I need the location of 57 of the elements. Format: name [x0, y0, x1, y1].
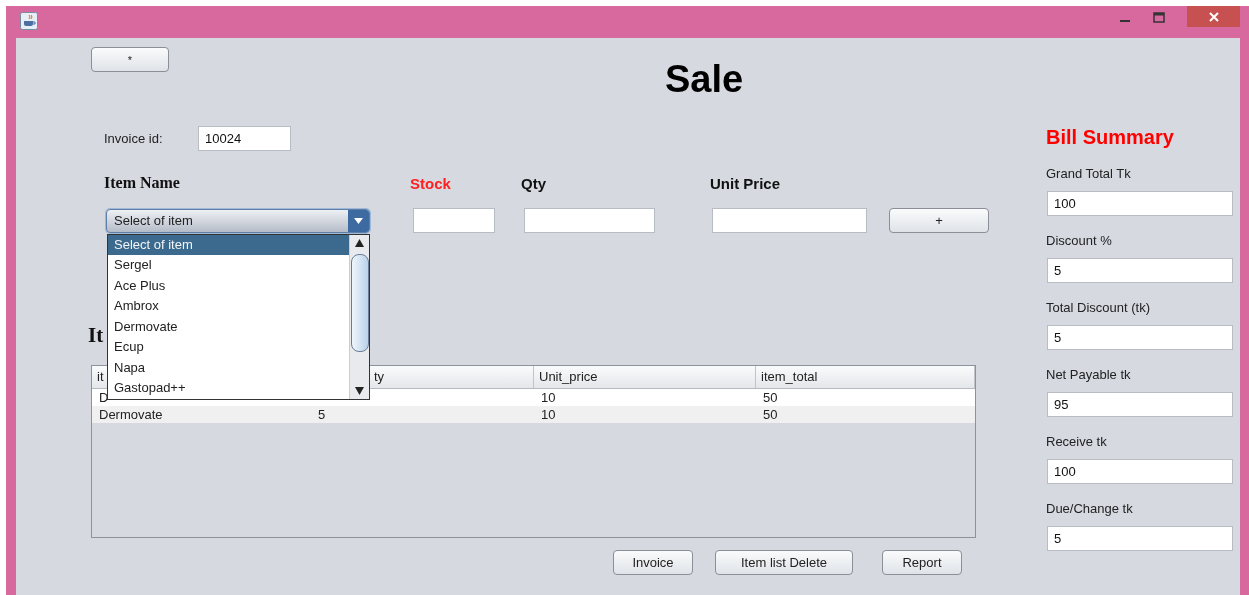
- scroll-up-icon[interactable]: [355, 238, 364, 247]
- text-field[interactable]: 95: [1047, 392, 1233, 417]
- java-cup-icon: [20, 12, 38, 30]
- field-label: Total Discount (tk): [1046, 300, 1152, 316]
- item-dropdown[interactable]: Select of item: [106, 208, 370, 233]
- field-label: Net Payable tk: [1046, 367, 1132, 383]
- section-heading: It: [88, 323, 105, 347]
- text-field[interactable]: [524, 208, 655, 233]
- table-cell: 10: [541, 406, 556, 423]
- table-cell: 50: [763, 389, 778, 406]
- column-header[interactable]: Unit_price: [539, 366, 598, 388]
- action-button[interactable]: Invoice: [613, 550, 693, 575]
- maximize-icon[interactable]: [1153, 11, 1165, 24]
- summary-title: Bill Summary: [1046, 126, 1175, 150]
- dropdown-option[interactable]: Napa: [108, 357, 349, 378]
- column-header[interactable]: it: [97, 366, 104, 388]
- text-field[interactable]: 100: [1047, 191, 1233, 216]
- column-header[interactable]: ty: [374, 366, 385, 388]
- field-label: Grand Total Tk: [1046, 166, 1132, 182]
- dropdown-option[interactable]: Gastopad++: [108, 378, 349, 399]
- scrollbar[interactable]: [349, 234, 369, 399]
- add-button[interactable]: +: [889, 208, 989, 233]
- column-label: Qty: [521, 174, 547, 192]
- dropdown-option[interactable]: Ambrox: [108, 296, 349, 317]
- text-field[interactable]: 5: [1047, 258, 1233, 283]
- column-label: Unit Price: [710, 174, 781, 192]
- column-header[interactable]: item_total: [761, 366, 818, 388]
- page-title: Sale: [665, 60, 744, 98]
- dropdown-option[interactable]: Ecup: [108, 337, 349, 358]
- text-field[interactable]: [413, 208, 495, 233]
- dropdown-option[interactable]: Sergel: [108, 255, 349, 276]
- table-cell: 5: [318, 406, 326, 423]
- text-field[interactable]: [712, 208, 867, 233]
- text-field[interactable]: 5: [1047, 325, 1233, 350]
- dropdown-option[interactable]: Ace Plus: [108, 275, 349, 296]
- table-cell: Dermovate: [99, 406, 163, 423]
- column-label: Item Name: [104, 174, 181, 192]
- table-cell: 10: [541, 389, 556, 406]
- field-label: Receive tk: [1046, 434, 1108, 450]
- dropdown-option[interactable]: Select of item: [108, 234, 349, 255]
- invoice-field[interactable]: 10024: [198, 126, 291, 151]
- star-button[interactable]: *: [91, 47, 169, 72]
- field-label: Discount %: [1046, 233, 1113, 249]
- action-button[interactable]: Report: [882, 550, 962, 575]
- dropdown-option[interactable]: Dermovate: [108, 316, 349, 337]
- action-button[interactable]: Item list Delete: [715, 550, 853, 575]
- caret-icon: [354, 217, 363, 224]
- invoice-label: Invoice id:: [104, 131, 164, 146]
- table-cell: 50: [763, 406, 778, 423]
- scroll-down-icon[interactable]: [355, 386, 364, 395]
- close-button[interactable]: [1187, 6, 1240, 27]
- field-label: Due/Change tk: [1046, 501, 1134, 517]
- close-icon: [1208, 11, 1219, 22]
- column-label: Stock: [410, 174, 452, 192]
- text-field[interactable]: 100: [1047, 459, 1233, 484]
- text-field[interactable]: 5: [1047, 526, 1233, 551]
- scroll-thumb[interactable]: [351, 253, 369, 352]
